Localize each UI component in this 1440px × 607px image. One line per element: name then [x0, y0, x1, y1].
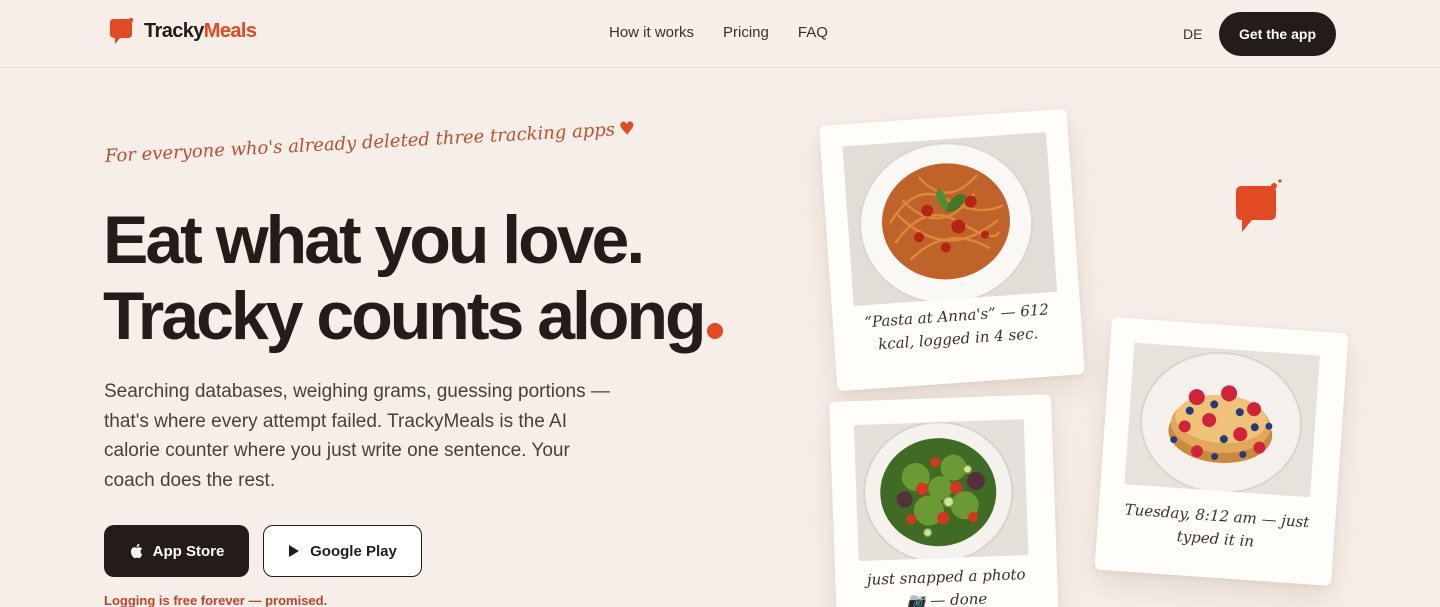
headline-line-2: Tracky counts along: [103, 278, 803, 354]
app-store-button[interactable]: App Store: [104, 525, 249, 577]
get-the-app-button[interactable]: Get the app: [1219, 12, 1336, 56]
language-switch[interactable]: DE: [1183, 26, 1202, 42]
hero-description: Searching databases, weighing grams, gue…: [104, 381, 610, 491]
apple-icon: [130, 543, 142, 559]
hero-tagline: For everyone who's already deleted three…: [104, 118, 636, 167]
google-play-label: Google Play: [310, 542, 397, 560]
pasta-caption: “Pasta at Anna's” — 612 kcal, logged in …: [863, 300, 1050, 354]
pancake-photo: [1124, 342, 1320, 498]
headline-line-1: Eat what you love.: [103, 202, 645, 278]
play-icon: [289, 545, 300, 557]
pasta-photo: [842, 132, 1058, 306]
speech-bubble-icon: [1236, 179, 1282, 232]
site-header: TrackyMeals How it works Pricing FAQ DE …: [0, 0, 1440, 68]
hero-headline: Eat what you love. Tracky counts along: [103, 202, 803, 354]
google-play-button[interactable]: Google Play: [263, 525, 422, 577]
nav-faq[interactable]: FAQ: [798, 24, 828, 41]
salad-caption: just snapped a photo 📷 — done: [866, 565, 1026, 607]
free-logging-note: Logging is free forever — promised.: [104, 593, 328, 607]
app-store-label: App Store: [152, 542, 225, 560]
brand-logo[interactable]: TrackyMeals: [106, 16, 257, 46]
main-nav: How it works Pricing FAQ: [609, 24, 828, 41]
pancake-caption: Tuesday, 8:12 am — just typed it in: [1124, 500, 1310, 551]
polaroid-pancakes: Tuesday, 8:12 am — just typed it in: [1094, 317, 1349, 586]
polaroid-salad: just snapped a photo 📷 — done: [829, 394, 1059, 607]
accent-dot: [706, 323, 723, 339]
speech-bubble-logo-icon: [110, 17, 134, 44]
salad-photo: [853, 419, 1029, 562]
nav-pricing[interactable]: Pricing: [723, 24, 769, 41]
nav-how-it-works[interactable]: How it works: [609, 24, 694, 41]
brand-name: TrackyMeals: [144, 19, 257, 42]
polaroid-pasta: “Pasta at Anna's” — 612 kcal, logged in …: [819, 108, 1085, 392]
heart-icon: ♥: [618, 118, 636, 141]
